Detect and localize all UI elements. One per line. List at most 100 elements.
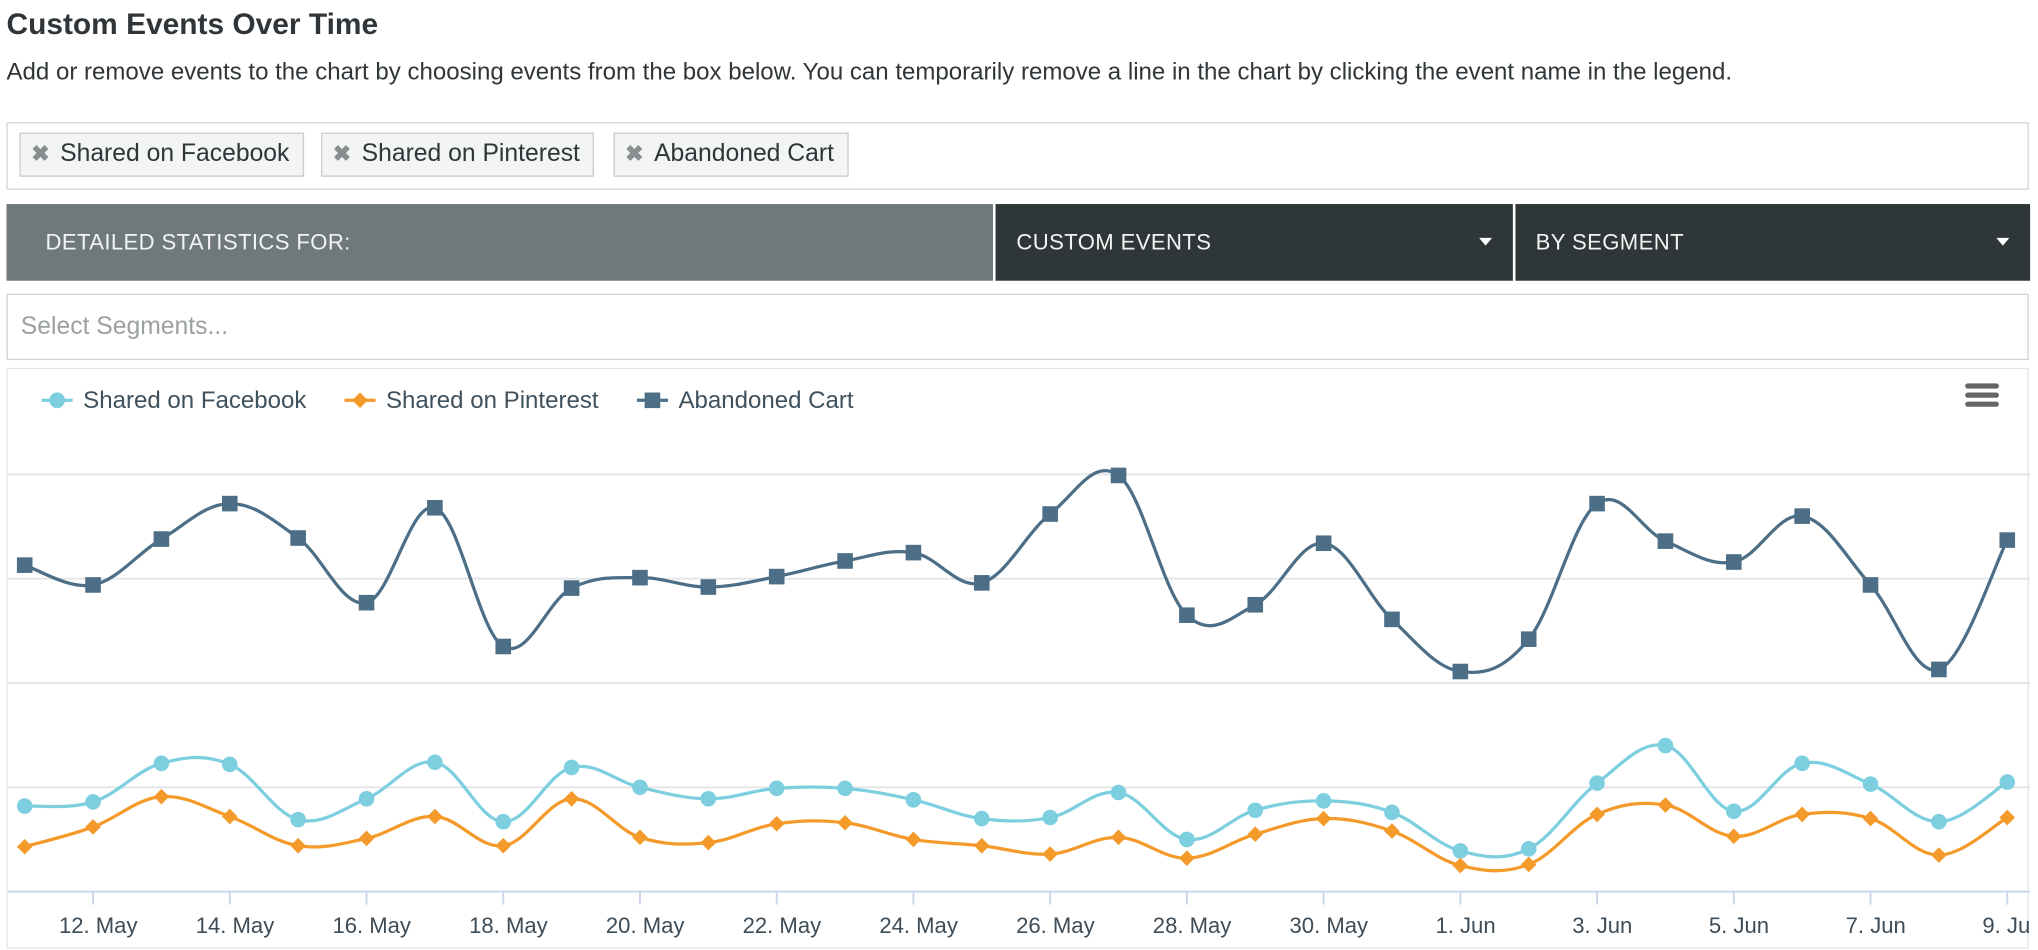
x-tick-label: 1. Jun [1435,913,1495,938]
legend-item-abandoned-cart[interactable]: Abandoned Cart [636,386,854,415]
data-point-shared-on-facebook [1179,831,1195,848]
data-point-shared-on-pinterest [290,837,306,854]
x-tick-label: 26. May [1016,913,1095,938]
segments-search-input[interactable] [6,293,2029,361]
data-point-shared-on-pinterest [905,831,922,848]
data-point-abandoned-cart [973,575,990,591]
data-point-abandoned-cart [1042,506,1058,522]
legend-item-shared-on-pinterest[interactable]: Shared on Pinterest [344,386,599,415]
hamburger-menu-icon[interactable] [1963,380,2002,414]
x-tick-label: 14. May [196,913,275,938]
data-point-abandoned-cart [768,568,785,585]
data-point-abandoned-cart [290,530,306,546]
data-point-shared-on-facebook [1931,813,1947,830]
data-point-shared-on-facebook [632,779,648,796]
data-point-shared-on-pinterest [1452,857,1469,874]
data-point-shared-on-facebook [1999,774,2016,790]
legend-item-shared-on-facebook[interactable]: Shared on Facebook [41,386,307,415]
event-tag-label: Shared on Pinterest [361,140,580,168]
caret-down-icon [1478,237,1492,246]
data-point-shared-on-facebook [358,790,375,807]
data-point-shared-on-pinterest [1110,829,1127,846]
circle-marker-icon [41,392,73,409]
data-point-abandoned-cart [1452,663,1469,680]
data-point-shared-on-facebook [153,755,170,772]
data-point-shared-on-facebook [700,790,717,807]
event-tag-abandoned-cart[interactable]: ✖ Abandoned Cart [613,132,849,177]
data-point-abandoned-cart [1247,596,1264,613]
data-point-abandoned-cart [1794,508,1810,524]
data-point-shared-on-facebook [221,756,238,773]
legend-label: Shared on Facebook [83,386,307,414]
event-tag-shared-on-facebook[interactable]: ✖ Shared on Facebook [19,132,304,177]
data-point-abandoned-cart [1110,467,1127,484]
data-point-shared-on-pinterest [1862,810,1879,827]
data-point-shared-on-facebook [427,754,443,771]
data-point-shared-on-facebook [1315,793,1332,809]
legend-label: Shared on Pinterest [386,386,599,414]
event-tag-shared-on-pinterest[interactable]: ✖ Shared on Pinterest [321,132,595,177]
data-point-shared-on-pinterest [1589,806,1605,823]
detailed-statistics-bar: DETAILED STATISTICS FOR: CUSTOM EVENTS B… [6,204,2031,281]
x-tick-label: 20. May [606,913,685,938]
data-point-shared-on-facebook [1520,841,1537,857]
data-point-abandoned-cart [1862,577,1879,593]
square-marker-icon [636,392,669,409]
data-point-shared-on-facebook [1452,843,1469,859]
data-point-shared-on-pinterest [768,816,785,832]
data-point-shared-on-pinterest [427,808,443,825]
data-point-shared-on-pinterest [221,808,238,825]
data-point-shared-on-pinterest [16,838,33,855]
data-point-shared-on-pinterest [700,834,717,851]
data-point-abandoned-cart [1589,495,1605,512]
data-point-abandoned-cart [221,495,238,512]
metric-dropdown-value: CUSTOM EVENTS [1016,229,1212,255]
metric-dropdown[interactable]: CUSTOM EVENTS [995,204,1513,281]
data-point-shared-on-facebook [1862,776,1879,792]
data-point-abandoned-cart [1315,535,1332,552]
data-point-shared-on-facebook [768,780,785,797]
data-point-shared-on-pinterest [1657,797,1674,813]
close-icon[interactable]: ✖ [333,142,352,168]
x-tick-label: 16. May [332,913,411,938]
data-point-abandoned-cart [563,580,580,596]
diamond-marker-icon [344,392,376,409]
close-icon[interactable]: ✖ [31,142,50,168]
chart-container: 12. May 14. May 16. May 18. May 20. May 22. M… [6,367,2030,949]
close-icon[interactable]: ✖ [625,142,644,168]
data-point-shared-on-facebook [1726,803,1742,820]
data-point-shared-on-facebook [1110,784,1127,801]
x-tick-label: 28. May [1153,913,1232,938]
grouping-dropdown[interactable]: BY SEGMENT [1514,204,2031,281]
data-point-shared-on-pinterest [563,790,580,807]
x-tick-label: 18. May [469,913,548,938]
selected-events-box[interactable]: ✖ Shared on Facebook ✖ Shared on Pintere… [6,122,2029,190]
series-line-shared-on-facebook [24,743,2009,859]
x-tick-label: 9. Jun [1982,913,2030,938]
grouping-dropdown-value: BY SEGMENT [1535,229,1684,255]
line-chart: 12. May 14. May 16. May 18. May 20. May 22. M… [7,467,2030,938]
data-point-abandoned-cart [1179,607,1195,623]
detailed-statistics-label: DETAILED STATISTICS FOR: [6,204,993,281]
x-tick-label: 22. May [743,913,822,938]
data-point-abandoned-cart [700,579,717,595]
event-tag-label: Abandoned Cart [654,140,834,168]
data-point-shared-on-pinterest [1726,828,1742,845]
data-point-abandoned-cart [905,544,922,561]
data-point-abandoned-cart [1999,532,2016,548]
data-point-shared-on-pinterest [1384,823,1400,839]
data-point-shared-on-facebook [563,759,580,776]
data-point-shared-on-pinterest [1520,856,1537,873]
data-point-shared-on-facebook [837,780,853,797]
data-point-shared-on-facebook [1042,809,1058,826]
data-point-shared-on-pinterest [837,814,853,831]
data-point-shared-on-pinterest [1042,846,1058,862]
data-point-abandoned-cart [1726,554,1742,570]
data-point-abandoned-cart [1384,611,1400,628]
data-point-shared-on-facebook [1657,737,1674,754]
data-point-shared-on-pinterest [1179,850,1195,867]
data-point-shared-on-pinterest [1247,826,1264,843]
data-point-shared-on-facebook [290,811,306,828]
legend-label: Abandoned Cart [678,386,854,414]
x-tick-label: 24. May [879,913,958,938]
